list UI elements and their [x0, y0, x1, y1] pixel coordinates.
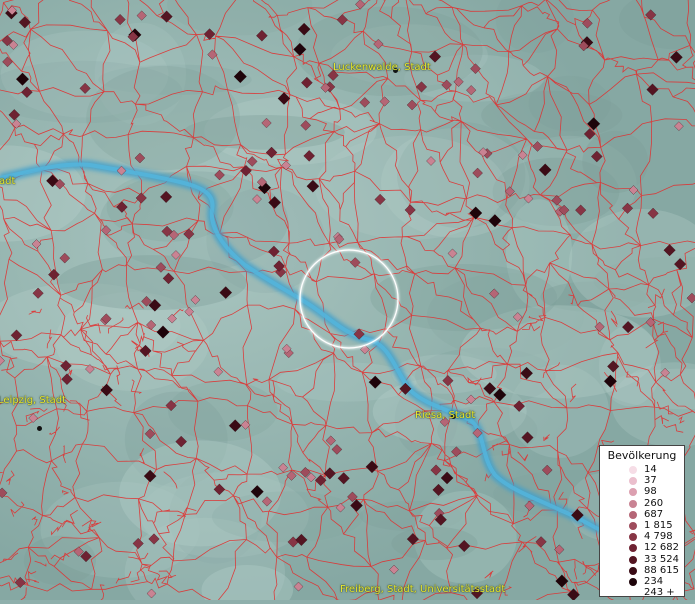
legend-item: 98: [600, 486, 684, 497]
legend-swatch: [629, 533, 637, 541]
legend-label: 260: [644, 498, 663, 509]
legend-label: 37: [644, 475, 657, 486]
legend-label: 4 798: [644, 531, 673, 542]
legend-item: 234 243 +: [600, 576, 684, 587]
legend-item: 88 615: [600, 565, 684, 576]
legend-swatch: [629, 466, 637, 474]
legend-item: 260: [600, 498, 684, 509]
legend-item: 12 682: [600, 542, 684, 553]
map-canvas[interactable]: [0, 0, 695, 600]
legend-label: 14: [644, 464, 657, 475]
map-view[interactable]: Luckenwalde, Stadt adt Leipzig, Stadt Ri…: [0, 0, 695, 600]
legend-swatch: [629, 500, 637, 508]
legend-item: 687: [600, 509, 684, 520]
legend-item: 37: [600, 475, 684, 486]
city-label-luckenwalde: Luckenwalde, Stadt: [333, 62, 431, 73]
terrain-blob: [183, 115, 344, 150]
legend-label: 1 815: [644, 520, 673, 531]
terrain-blob: [582, 131, 648, 193]
legend-swatch: [629, 544, 637, 552]
legend-item: 33 524: [600, 554, 684, 565]
legend-swatch: [629, 567, 637, 575]
legend-label: 234 243 +: [644, 576, 675, 598]
legend-swatch: [629, 522, 637, 530]
legend-title: Bevölkerung: [600, 446, 684, 464]
legend-label: 88 615: [644, 565, 679, 576]
legend-item: 4 798: [600, 531, 684, 542]
legend-label: 12 682: [644, 542, 679, 553]
legend-label: 33 524: [644, 554, 679, 565]
legend-swatch: [629, 578, 637, 586]
legend-swatch: [629, 488, 637, 496]
population-legend: Bevölkerung 1437982606871 8154 79812 682…: [599, 445, 685, 597]
legend-swatch: [629, 556, 637, 564]
legend-rows: 1437982606871 8154 79812 68233 52488 615…: [600, 464, 684, 587]
legend-label: 98: [644, 486, 657, 497]
legend-label: 687: [644, 509, 663, 520]
legend-swatch: [629, 511, 637, 519]
city-label-riesa: Riesa, Stadt: [415, 410, 475, 421]
city-label-leipzig: Leipzig, Stadt: [0, 395, 66, 406]
legend-swatch: [629, 477, 637, 485]
city-marker-leipzig: [37, 426, 42, 431]
legend-item: 14: [600, 464, 684, 475]
edge-label-left: adt: [0, 176, 15, 187]
legend-item: 1 815: [600, 520, 684, 531]
city-label-freiberg: Freiberg, Stadt, Universitätsstadt: [340, 584, 505, 595]
